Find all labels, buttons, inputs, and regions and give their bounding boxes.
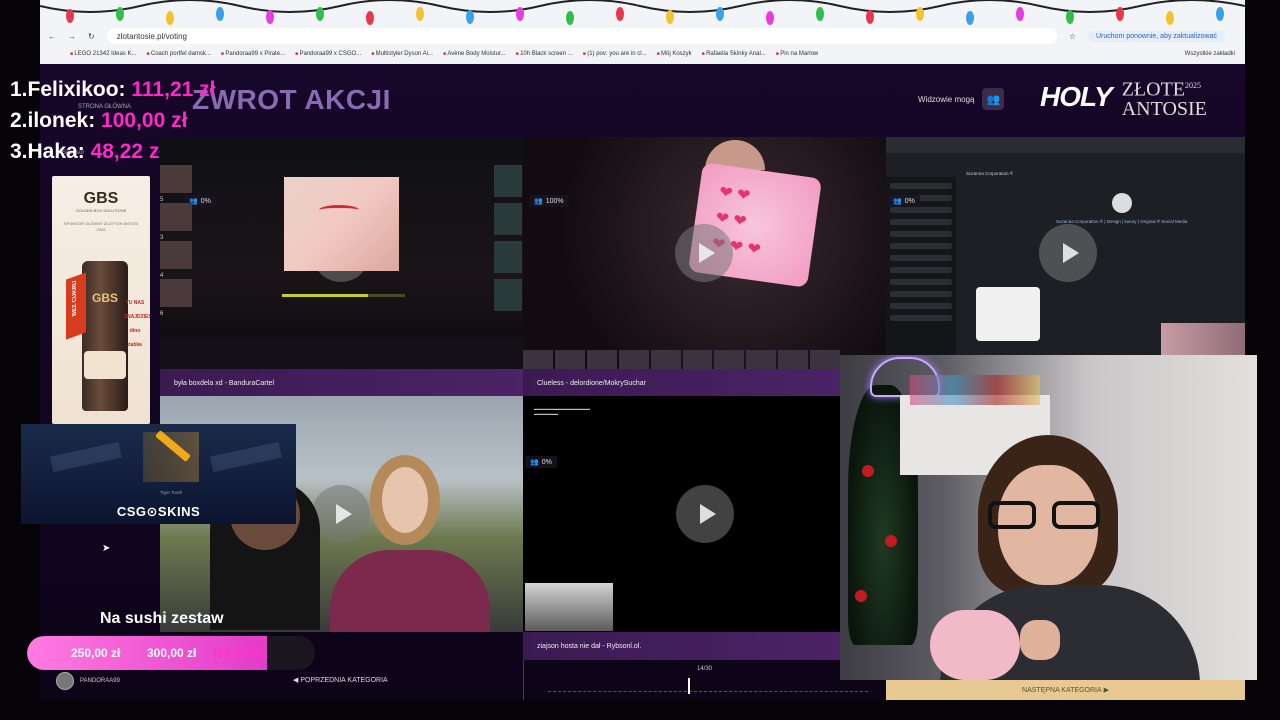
group-photo-thumbnail [525, 583, 613, 631]
video-progress-bar [282, 294, 405, 297]
streamer [930, 435, 1200, 680]
browser-window: ← → ↻ zlotantosie.pl/voting ☆ Uruchom po… [40, 0, 1245, 64]
url-input[interactable]: zlotantosie.pl/voting [106, 28, 1057, 44]
small-webcam [1161, 323, 1245, 355]
users-icon: 👥 [982, 88, 1005, 110]
prev-category-button[interactable]: ◀ POPRZEDNIA KATEGORIA [293, 676, 388, 684]
bookmark-item[interactable]: (1) pov: you are in cl... [583, 51, 646, 57]
goal-percent: (83.33%) [213, 646, 262, 660]
knife-icon [143, 432, 199, 482]
christmas-lights-decoration [40, 0, 1245, 25]
logo-holy: HOLY [1040, 81, 1113, 113]
video-caption: ziajson hosta nie dał - Rybsonl.ol. [523, 632, 840, 660]
energy-can-image: GBS [82, 261, 128, 411]
right-thumbnails [494, 165, 522, 345]
rifle-icon [50, 441, 122, 473]
address-bar-row: ← → ↻ zlotantosie.pl/voting ☆ Uruchom po… [40, 26, 1245, 46]
avatar [56, 672, 74, 690]
next-category-button[interactable]: NASTĘPNA KATEGORIA ▶ [886, 680, 1245, 700]
play-icon[interactable] [676, 485, 734, 543]
bookmark-item[interactable]: LEGO 21342 Ideas K... [70, 51, 136, 57]
page-title: ZWROT AKCJI [192, 84, 391, 115]
viewers-button[interactable]: Widzowie mogą 👥 [918, 88, 1005, 110]
bookmark-item[interactable]: Mój Koszyk [657, 51, 692, 57]
leaderboard-row: 1.Felixikoo: 111,21 zł [10, 78, 216, 101]
streamer-webcam [840, 355, 1257, 680]
bookmark-item[interactable]: Avène Body Moistur... [443, 51, 505, 57]
back-icon[interactable]: ← [48, 32, 56, 41]
divider [523, 660, 524, 700]
cursor-icon: ➤ [102, 543, 111, 554]
users-icon: 👥 [534, 198, 543, 205]
goal-progress-bar: 250,00 zł 300,00 zł (83.33%) [27, 636, 315, 670]
video-description: ▬▬▬▬▬▬▬▬▬▬▬▬▬▬ ▬▬▬▬▬▬ [534, 406, 590, 416]
person-blonde [330, 455, 490, 632]
leaderboard-row: 2.ilonek: 100,00 zł [10, 109, 188, 132]
all-bookmarks-link[interactable]: Wszystkie zakładki [1185, 51, 1235, 57]
bookmarks-bar: LEGO 21342 Ideas K... Coach portfel dams… [40, 46, 1245, 62]
ornament [885, 535, 897, 547]
profile-name: Suzanna Corporation ® [966, 171, 1014, 176]
play-wrapper [675, 224, 733, 282]
sponsor-brand-sub: GOLDEN BOX SOLUTIONS [75, 208, 127, 213]
profile-handle: Suzanna Corporation ® | Design | luxury … [1056, 219, 1188, 224]
sniper-icon [210, 441, 282, 473]
chat-bubble [976, 287, 1040, 341]
csgo-skins-banner[interactable]: Tiger Tooth CSG⊙SKINS [21, 424, 296, 524]
reload-icon[interactable]: ↻ [88, 32, 95, 41]
thumbnail-strip [523, 350, 841, 370]
bookmark-item[interactable]: Rafaella Skinky Anal... [702, 51, 766, 57]
shop-list: TU NAS ZNAJDZIESZ dino żabka [124, 300, 150, 348]
glasses-icon [988, 501, 1106, 529]
viewers-label: Widzowie mogą [918, 94, 975, 104]
vote-badge: 👥 0% [888, 195, 920, 207]
avatar [1112, 193, 1132, 213]
goal-title: Na sushi zestaw [100, 610, 224, 627]
username: PANDORAA99 [80, 678, 120, 684]
side-thumbnails: 5 3 4 6 [160, 165, 192, 345]
bookmark-item[interactable]: Coach portfel damsk... [146, 51, 211, 57]
users-icon: 👥 [893, 198, 902, 205]
star-icon[interactable]: ☆ [1069, 32, 1076, 41]
category-counter: 14/30 [697, 666, 713, 672]
goal-current: 250,00 zł [71, 646, 121, 660]
shelf-items [910, 375, 1040, 405]
ornament [862, 465, 874, 477]
csgo-skins-logo: CSG⊙SKINS [116, 504, 201, 519]
video-caption: była boxdela xd - BanduraCartel [160, 369, 523, 397]
sponsor-banner[interactable]: GBS GOLDEN BOX SOLUTIONS SPONSOR GŁÓWNY … [52, 176, 150, 424]
vote-badge: 👥 0% [525, 456, 557, 468]
vote-badge: 👥 100% [529, 195, 569, 207]
knife-label: Tiger Tooth [159, 490, 183, 495]
category-timeline[interactable] [548, 678, 868, 694]
bookmark-item[interactable]: Pandoraa99 x Pirate... [221, 51, 285, 57]
thumbnail-strip [160, 338, 523, 370]
goal-target: 300,00 zł [147, 646, 197, 660]
play-icon[interactable] [675, 224, 733, 282]
users-icon: 👥 [530, 459, 539, 466]
logo-zlote-antosie: ZŁOTE2025 ANTOSIE [1121, 78, 1207, 120]
browser-tabs [886, 137, 1245, 153]
sponsor-brand: GBS [83, 190, 119, 207]
user-profile[interactable]: PANDORAA99 [56, 672, 120, 690]
event-logo: HOLY ZŁOTE2025 ANTOSIE [1040, 76, 1207, 119]
video-thumbnail [284, 177, 399, 271]
sponsor-text: SPONSOR GŁÓWNY ZŁOTYCH ANTOSI 2025 [63, 221, 139, 232]
sugar-free-ribbon: BEZ CUKRU [66, 272, 86, 340]
bookmark-item[interactable]: Pandoraa99 x CSGO... [295, 51, 361, 57]
forward-icon[interactable]: → [68, 32, 76, 41]
update-button[interactable]: Uruchom ponownie, aby zaktualizować [1087, 30, 1225, 42]
play-icon[interactable] [1039, 224, 1097, 282]
ornament [855, 590, 867, 602]
bookmark-item[interactable]: Multistyler Dyson Ai... [371, 51, 433, 57]
bookmark-item[interactable]: 10h Black screen ... [516, 51, 573, 57]
video-caption: Clueless - delordione/MokrySuchar [523, 369, 840, 397]
timeline-marker [687, 678, 690, 694]
bookmark-item[interactable]: Pin na Marlow [776, 51, 818, 57]
